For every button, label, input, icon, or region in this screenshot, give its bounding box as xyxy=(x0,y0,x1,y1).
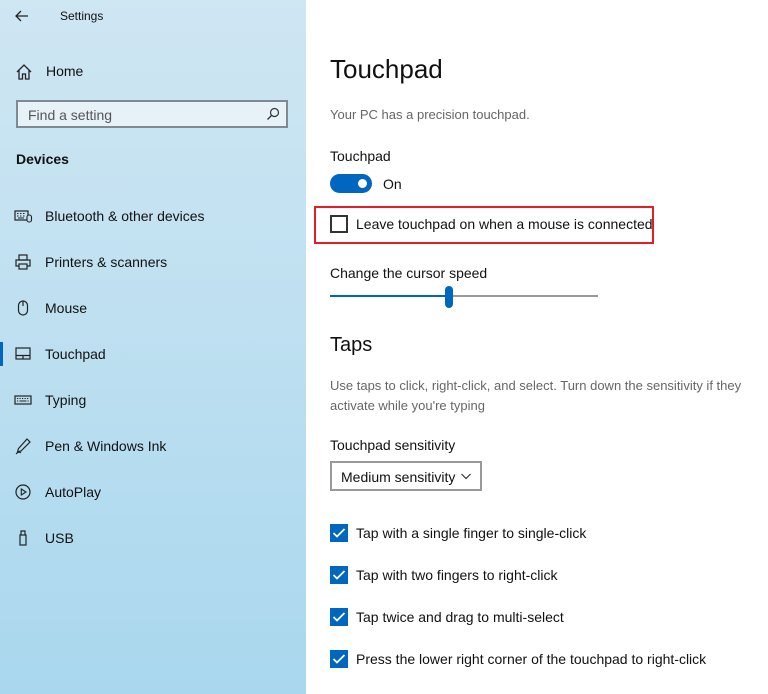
checkmark-icon xyxy=(332,654,346,664)
sidebar-item-label: Printers & scanners xyxy=(45,254,168,270)
nav-home[interactable]: Home xyxy=(0,56,306,86)
touchpad-toggle[interactable] xyxy=(330,174,372,193)
leave-touchpad-on-label[interactable]: Leave touchpad on when a mouse is connec… xyxy=(356,216,653,232)
sidebar-item-touchpad[interactable]: Touchpad xyxy=(0,338,306,384)
sidebar-item-label: Mouse xyxy=(45,300,88,316)
toggle-knob xyxy=(358,179,367,188)
slider-thumb[interactable] xyxy=(445,286,453,308)
touchpad-icon xyxy=(15,347,31,360)
home-icon xyxy=(16,64,32,80)
mouse-icon xyxy=(17,300,29,316)
main-content: Touchpad Your PC has a precision touchpa… xyxy=(306,0,768,694)
sidebar-item-usb[interactable]: USB xyxy=(0,522,306,568)
single-finger-click-checkbox[interactable] xyxy=(330,524,348,542)
sidebar-item-label: Pen & Windows Ink xyxy=(45,438,167,454)
touchpad-status-text: Your PC has a precision touchpad. xyxy=(330,107,530,122)
pen-icon xyxy=(15,438,31,455)
checkmark-icon xyxy=(332,570,346,580)
tap-twice-drag-label[interactable]: Tap twice and drag to multi-select xyxy=(356,609,564,625)
sidebar-item-mouse[interactable]: Mouse xyxy=(0,292,306,338)
leave-touchpad-on-checkbox[interactable] xyxy=(330,215,348,233)
taps-heading: Taps xyxy=(330,334,373,356)
page-title: Touchpad xyxy=(330,54,443,84)
sensitivity-selected-value: Medium sensitivity xyxy=(341,469,456,485)
sidebar-item-printers[interactable]: Printers & scanners xyxy=(0,246,306,292)
autoplay-icon xyxy=(15,484,31,500)
sidebar-item-label: Typing xyxy=(45,392,87,408)
bluetooth-devices-icon xyxy=(14,210,33,223)
back-button[interactable] xyxy=(10,4,34,28)
single-finger-click-label[interactable]: Tap with a single finger to single-click xyxy=(356,525,586,541)
section-title: Devices xyxy=(16,151,69,167)
sidebar-item-label: Touchpad xyxy=(45,346,106,362)
sidebar-item-label: AutoPlay xyxy=(45,484,102,500)
slider-track-fill xyxy=(330,295,449,297)
sensitivity-dropdown[interactable]: Medium sensitivity xyxy=(330,461,482,491)
app-title: Settings xyxy=(60,9,104,23)
tap-twice-drag-checkbox[interactable] xyxy=(330,608,348,626)
touchpad-toggle-label: Touchpad xyxy=(330,148,391,164)
toggle-state-text: On xyxy=(383,176,402,192)
search-input[interactable] xyxy=(26,105,260,125)
nav-list: Bluetooth & other devices Printers & sca… xyxy=(0,200,306,568)
printer-icon xyxy=(15,254,31,270)
lower-right-corner-label[interactable]: Press the lower right corner of the touc… xyxy=(356,651,706,667)
taps-description: Use taps to click, right-click, and sele… xyxy=(330,378,742,413)
usb-icon xyxy=(19,530,27,546)
cursor-speed-label: Change the cursor speed xyxy=(330,265,488,281)
back-arrow-icon xyxy=(15,10,28,22)
sidebar: Settings Home Devices Bluetooth & other … xyxy=(0,0,306,694)
search-icon[interactable] xyxy=(266,107,280,121)
sidebar-item-bluetooth[interactable]: Bluetooth & other devices xyxy=(0,200,306,246)
sidebar-item-label: Bluetooth & other devices xyxy=(45,208,205,224)
two-finger-right-click-checkbox[interactable] xyxy=(330,566,348,584)
sidebar-item-label: USB xyxy=(45,530,74,546)
sidebar-item-pen[interactable]: Pen & Windows Ink xyxy=(0,430,306,476)
checkmark-icon xyxy=(332,612,346,622)
chevron-down-icon xyxy=(461,473,471,480)
keyboard-icon xyxy=(14,395,32,405)
lower-right-corner-checkbox[interactable] xyxy=(330,650,348,668)
checkmark-icon xyxy=(332,528,346,538)
slider-track xyxy=(449,295,598,297)
sidebar-item-typing[interactable]: Typing xyxy=(0,384,306,430)
sensitivity-label: Touchpad sensitivity xyxy=(330,437,456,453)
sidebar-item-autoplay[interactable]: AutoPlay xyxy=(0,476,306,522)
cursor-speed-slider[interactable] xyxy=(330,286,598,308)
search-box[interactable] xyxy=(16,100,288,128)
nav-home-label: Home xyxy=(46,63,84,79)
title-bar: Settings xyxy=(0,0,306,32)
two-finger-right-click-label[interactable]: Tap with two fingers to right-click xyxy=(356,567,558,583)
